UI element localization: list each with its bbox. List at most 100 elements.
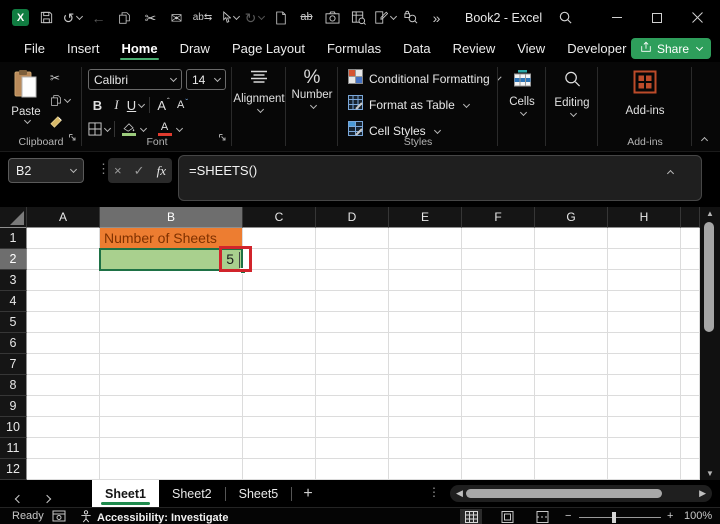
underline-button[interactable]: U bbox=[126, 95, 146, 115]
cell-D2[interactable] bbox=[316, 249, 389, 270]
cell-F6[interactable] bbox=[462, 333, 535, 354]
cell-F3[interactable] bbox=[462, 270, 535, 291]
cell-F1[interactable] bbox=[462, 228, 535, 249]
cell-E8[interactable] bbox=[389, 375, 462, 396]
font-size-select[interactable]: 14 bbox=[186, 69, 226, 90]
camera-icon[interactable] bbox=[320, 5, 345, 31]
cell-F9[interactable] bbox=[462, 396, 535, 417]
cell-H6[interactable] bbox=[608, 333, 681, 354]
cell-B7[interactable] bbox=[100, 354, 243, 375]
menu-tab-view[interactable]: View bbox=[506, 35, 556, 62]
redo-icon[interactable]: ↻ bbox=[242, 5, 267, 31]
cell-F2[interactable] bbox=[462, 249, 535, 270]
row-header-2[interactable]: 2 bbox=[0, 249, 27, 270]
cell-G6[interactable] bbox=[535, 333, 608, 354]
cell-F7[interactable] bbox=[462, 354, 535, 375]
zoom-out-button[interactable]: − bbox=[565, 510, 571, 522]
cell-F10[interactable] bbox=[462, 417, 535, 438]
menu-tab-data[interactable]: Data bbox=[392, 35, 441, 62]
copy-icon[interactable] bbox=[112, 5, 137, 31]
cell-A3[interactable] bbox=[27, 270, 100, 291]
copy-button[interactable] bbox=[50, 92, 72, 108]
insert-function-button[interactable]: fx bbox=[157, 163, 166, 179]
name-box[interactable]: B2 bbox=[8, 158, 84, 183]
row-header-11[interactable]: 11 bbox=[0, 438, 27, 459]
page-layout-view-button[interactable] bbox=[496, 509, 518, 524]
strikethrough-icon[interactable]: ab bbox=[294, 5, 319, 31]
cell-H9[interactable] bbox=[608, 396, 681, 417]
cell-G2[interactable] bbox=[535, 249, 608, 270]
menu-tab-review[interactable]: Review bbox=[442, 35, 507, 62]
row-header-8[interactable]: 8 bbox=[0, 375, 27, 396]
cell-E11[interactable] bbox=[389, 438, 462, 459]
column-header-F[interactable]: F bbox=[462, 207, 535, 228]
decrease-font-button[interactable]: Aˇ bbox=[173, 95, 192, 115]
cell-B5[interactable] bbox=[100, 312, 243, 333]
vertical-scrollbar[interactable]: ▲ ▼ bbox=[700, 207, 720, 480]
cell-D4[interactable] bbox=[316, 291, 389, 312]
cell-E12[interactable] bbox=[389, 459, 462, 480]
menu-tab-formulas[interactable]: Formulas bbox=[316, 35, 392, 62]
cell-E10[interactable] bbox=[389, 417, 462, 438]
fill-handle[interactable] bbox=[240, 268, 246, 274]
cell-A7[interactable] bbox=[27, 354, 100, 375]
cell-A5[interactable] bbox=[27, 312, 100, 333]
row-header-12[interactable]: 12 bbox=[0, 459, 27, 480]
row-header-5[interactable]: 5 bbox=[0, 312, 27, 333]
cell-C6[interactable] bbox=[243, 333, 316, 354]
cell-C8[interactable] bbox=[243, 375, 316, 396]
paste-button[interactable]: Paste bbox=[6, 69, 46, 133]
number-button[interactable]: % Number bbox=[286, 62, 338, 151]
menu-tab-draw[interactable]: Draw bbox=[169, 35, 221, 62]
document-search-icon[interactable] bbox=[346, 5, 371, 31]
row-header-4[interactable]: 4 bbox=[0, 291, 27, 312]
cell-H1[interactable] bbox=[608, 228, 681, 249]
scroll-left-icon[interactable]: ◀ bbox=[456, 488, 463, 499]
cell-C9[interactable] bbox=[243, 396, 316, 417]
accessibility-status[interactable]: Accessibility: Investigate bbox=[80, 510, 228, 524]
cell-G5[interactable] bbox=[535, 312, 608, 333]
cancel-icon[interactable]: × bbox=[114, 163, 122, 178]
cell-H5[interactable] bbox=[608, 312, 681, 333]
cell-C1[interactable] bbox=[243, 228, 316, 249]
cell-B10[interactable] bbox=[100, 417, 243, 438]
cell-B8[interactable] bbox=[100, 375, 243, 396]
italic-button[interactable]: I bbox=[107, 95, 126, 115]
sheet-tab-sheet1[interactable]: Sheet1 bbox=[92, 480, 159, 507]
font-name-select[interactable]: Calibri bbox=[88, 69, 182, 90]
share-button[interactable]: Share bbox=[630, 38, 711, 59]
cell-F8[interactable] bbox=[462, 375, 535, 396]
cell-F12[interactable] bbox=[462, 459, 535, 480]
cell-C4[interactable] bbox=[243, 291, 316, 312]
expand-formula-bar-icon[interactable] bbox=[666, 169, 675, 178]
cell-F11[interactable] bbox=[462, 438, 535, 459]
cell-G12[interactable] bbox=[535, 459, 608, 480]
horizontal-scroll-thumb[interactable] bbox=[466, 489, 662, 498]
select-all-corner[interactable] bbox=[0, 207, 27, 228]
form-icon[interactable] bbox=[372, 5, 397, 31]
cut-icon[interactable]: ✂ bbox=[138, 5, 163, 31]
cell-E9[interactable] bbox=[389, 396, 462, 417]
vertical-scroll-thumb[interactable] bbox=[704, 222, 714, 332]
cell-E7[interactable] bbox=[389, 354, 462, 375]
next-sheet-icon[interactable] bbox=[42, 489, 52, 507]
cell-G8[interactable] bbox=[535, 375, 608, 396]
cell-H8[interactable] bbox=[608, 375, 681, 396]
cell-F4[interactable] bbox=[462, 291, 535, 312]
row-header-3[interactable]: 3 bbox=[0, 270, 27, 291]
replace-icon[interactable]: ab⇆ bbox=[190, 5, 215, 31]
cell-G7[interactable] bbox=[535, 354, 608, 375]
email-icon[interactable]: ✉ bbox=[164, 5, 189, 31]
cell-A2[interactable] bbox=[27, 249, 100, 270]
cell-B9[interactable] bbox=[100, 396, 243, 417]
cell-D5[interactable] bbox=[316, 312, 389, 333]
cell-B1[interactable]: Number of Sheets bbox=[100, 228, 243, 249]
normal-view-button[interactable] bbox=[460, 509, 482, 524]
cell-D12[interactable] bbox=[316, 459, 389, 480]
cell-D6[interactable] bbox=[316, 333, 389, 354]
search-icon[interactable] bbox=[558, 10, 573, 30]
menu-tab-developer[interactable]: Developer bbox=[556, 35, 637, 62]
new-sheet-button[interactable]: + bbox=[296, 482, 320, 506]
cell-D7[interactable] bbox=[316, 354, 389, 375]
column-header-D[interactable]: D bbox=[316, 207, 389, 228]
